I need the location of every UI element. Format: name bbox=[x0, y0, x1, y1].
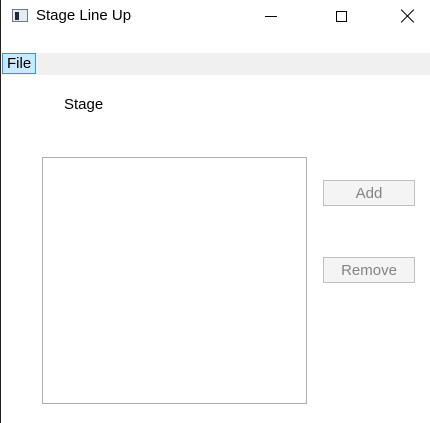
app-window: Stage Line Up File Stage Add Remove bbox=[0, 0, 430, 423]
menu-item-file[interactable]: File bbox=[2, 53, 37, 74]
maximize-button[interactable] bbox=[318, 0, 364, 32]
maximize-icon bbox=[335, 10, 347, 22]
menu-bar: File bbox=[2, 53, 430, 75]
window-title: Stage Line Up bbox=[36, 7, 132, 24]
minimize-button[interactable] bbox=[248, 0, 294, 32]
stage-label: Stage bbox=[64, 96, 104, 113]
app-window-icon bbox=[12, 9, 28, 22]
remove-button[interactable]: Remove bbox=[323, 257, 415, 283]
title-bar[interactable]: Stage Line Up bbox=[1, 0, 430, 32]
stage-list[interactable] bbox=[42, 157, 307, 404]
close-button[interactable] bbox=[385, 0, 430, 32]
close-icon bbox=[401, 9, 415, 23]
minimize-icon bbox=[265, 15, 277, 17]
add-button[interactable]: Add bbox=[323, 180, 415, 206]
